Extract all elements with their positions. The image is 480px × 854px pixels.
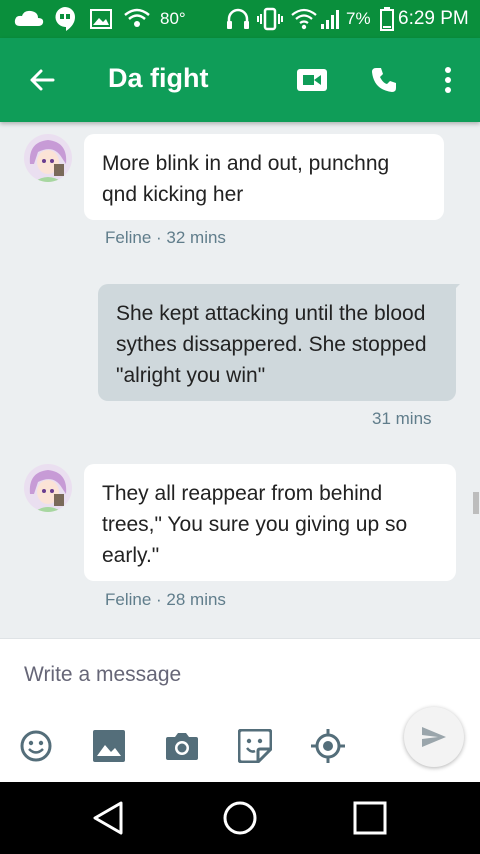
camera-icon[interactable]: [163, 727, 201, 765]
message-bubble-incoming[interactable]: They all reappear from behind trees," Yo…: [84, 464, 456, 581]
cloud-icon: [14, 0, 44, 38]
more-vert-icon[interactable]: [428, 60, 468, 100]
phone-call-icon[interactable]: [364, 60, 404, 100]
wifi-calling-icon: [122, 0, 152, 38]
cell-signal-icon: [320, 0, 342, 38]
back-nav-icon[interactable]: [86, 796, 130, 840]
video-call-icon[interactable]: [292, 60, 332, 100]
message-meta: 31 mins: [372, 409, 432, 428]
avatar[interactable]: [24, 464, 72, 512]
home-nav-icon[interactable]: [218, 796, 262, 840]
scrollbar-thumb[interactable]: [473, 492, 479, 514]
message-bubble-incoming[interactable]: More blink in and out, punchng qnd kicki…: [84, 134, 444, 220]
wifi-signal-icon: [290, 0, 318, 38]
message-meta: Feline · 28 mins: [105, 590, 226, 609]
battery-percentage: 7%: [346, 9, 371, 28]
bubble-tail: [450, 284, 460, 294]
image-icon[interactable]: [90, 727, 128, 765]
emoji-icon[interactable]: [17, 727, 55, 765]
conversation-title: Da fight: [108, 63, 209, 93]
send-icon: [422, 727, 446, 747]
hangouts-notification-icon: [54, 0, 76, 38]
message-bubble-outgoing[interactable]: She kept attacking until the blood sythe…: [98, 284, 456, 401]
location-icon[interactable]: [309, 727, 347, 765]
app-bar: Da fight: [0, 38, 480, 122]
vibrate-icon: [256, 0, 284, 38]
chat-area[interactable]: More blink in and out, punchng qnd kicki…: [0, 122, 480, 638]
temperature-text: 80°: [160, 9, 186, 28]
send-button[interactable]: [404, 707, 464, 767]
navigation-bar: [0, 782, 480, 854]
message-composer: Write a message: [0, 638, 480, 783]
battery-icon: [380, 0, 394, 38]
clock-time: 6:29 PM: [398, 8, 469, 29]
sticker-icon[interactable]: [236, 727, 274, 765]
message-meta: Feline · 32 mins: [105, 228, 226, 247]
gallery-notification-icon: [90, 0, 112, 38]
headset-icon: [226, 0, 250, 38]
back-arrow-icon[interactable]: [22, 60, 62, 100]
message-input[interactable]: Write a message: [24, 663, 181, 687]
avatar[interactable]: [24, 134, 72, 182]
recents-nav-icon[interactable]: [348, 796, 392, 840]
status-bar: 80° 7% 6:29 PM: [0, 0, 480, 38]
